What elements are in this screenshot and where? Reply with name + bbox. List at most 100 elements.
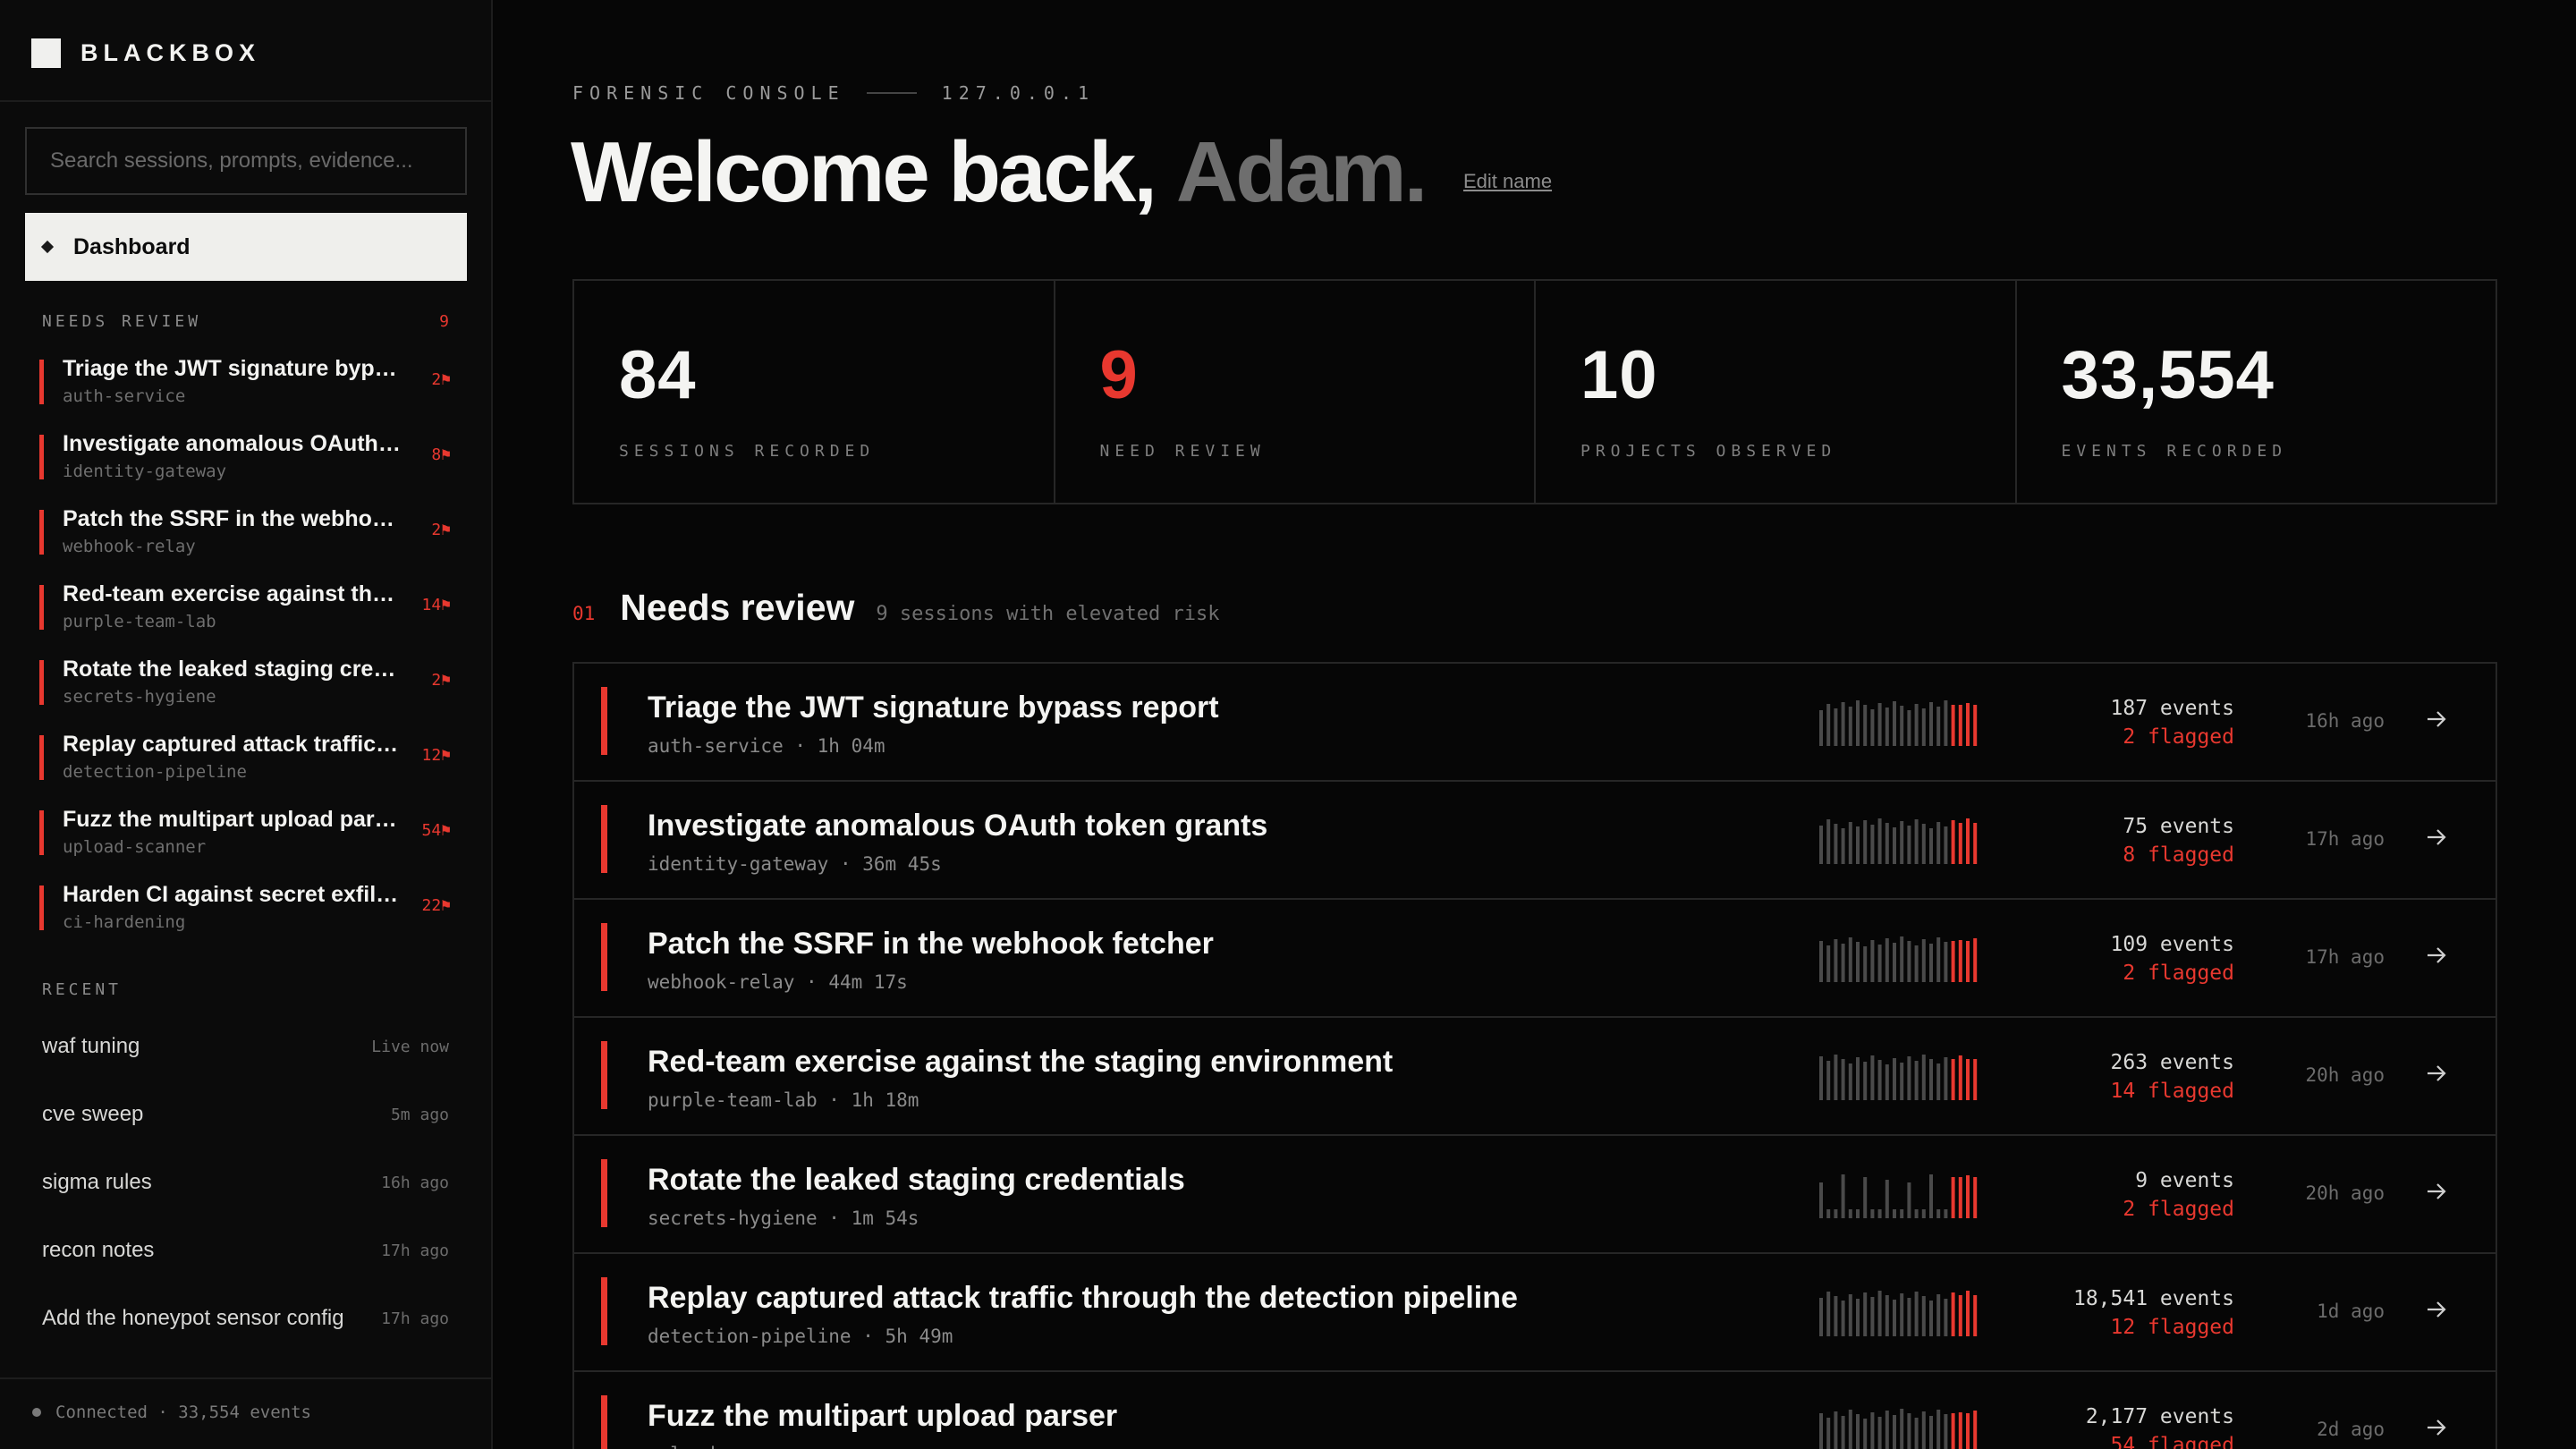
activity-bar — [1893, 1300, 1896, 1336]
activity-bar — [1863, 1419, 1868, 1449]
session-row[interactable]: Patch the SSRF in the webhook fetcher web… — [574, 900, 2496, 1018]
recent-item[interactable]: waf tuning Live now — [42, 1013, 449, 1080]
activity-sparkline — [1819, 936, 1978, 982]
flagged-activity-bar — [1973, 1177, 1978, 1218]
activity-bar — [1944, 826, 1948, 864]
sidebar-review-flags: 2⚑ — [431, 521, 451, 539]
sidebar-review-title: Fuzz the multipart upload parser — [63, 807, 409, 832]
brand[interactable]: BLACKBOX — [31, 38, 260, 68]
activity-bar — [1936, 1294, 1941, 1336]
activity-bar — [1841, 1059, 1845, 1100]
recent-item-time: 16h ago — [381, 1173, 449, 1192]
edit-name-link[interactable]: Edit name — [1463, 170, 1552, 193]
meta-separator: · — [828, 853, 863, 875]
activity-bar — [1870, 825, 1875, 864]
activity-bar — [1870, 1412, 1875, 1449]
activity-bar — [1877, 703, 1882, 746]
sidebar-review-item[interactable]: Investigate anomalous OAuth token grants… — [39, 428, 451, 503]
recent-item[interactable]: Add the honeypot sensor config 17h ago — [42, 1284, 449, 1352]
activity-bar — [1893, 943, 1896, 982]
activity-bar — [1929, 702, 1933, 746]
sidebar-review-item[interactable]: Patch the SSRF in the webhook fetcher web… — [39, 503, 451, 578]
sidebar-review-item[interactable]: Fuzz the multipart upload parser upload-s… — [39, 803, 451, 878]
session-row[interactable]: Investigate anomalous OAuth token grants… — [574, 782, 2496, 900]
meta-separator: · — [783, 735, 818, 757]
activity-bar — [1907, 710, 1911, 746]
activity-bar — [1819, 1298, 1823, 1336]
activity-bar — [1877, 1291, 1882, 1336]
session-row[interactable]: Replay captured attack traffic through t… — [574, 1254, 2496, 1372]
session-row[interactable]: Rotate the leaked staging credentials sec… — [574, 1136, 2496, 1254]
activity-bar — [1863, 705, 1868, 746]
session-event-counts: 263 events 14 flagged — [2111, 1048, 2234, 1106]
session-time-ago: 16h ago — [2305, 710, 2385, 732]
flagged-activity-bar — [1951, 1292, 1955, 1336]
arrow-right-icon[interactable] — [2424, 1061, 2449, 1086]
session-event-counts: 18,541 events 12 flagged — [2073, 1284, 2234, 1342]
session-flagged: 8 flagged — [2123, 843, 2234, 867]
session-row[interactable]: Triage the JWT signature bypass report au… — [574, 664, 2496, 782]
session-time-ago: 17h ago — [2305, 946, 2385, 968]
session-event-counts: 109 events 2 flagged — [2111, 930, 2234, 987]
arrow-right-icon[interactable] — [2424, 1179, 2449, 1204]
sidebar-review-flags: 14⚑ — [421, 596, 451, 614]
sidebar-item-dashboard[interactable]: Dashboard — [25, 213, 467, 281]
activity-sparkline — [1819, 1291, 1978, 1336]
stat-card: 9 NEED REVIEW — [1055, 281, 1536, 503]
arrow-right-icon[interactable] — [2424, 1415, 2449, 1440]
activity-bar — [1944, 1209, 1948, 1218]
activity-bar — [1819, 1413, 1823, 1449]
activity-bar — [1819, 710, 1823, 746]
session-project: detection-pipeline — [648, 1326, 852, 1347]
session-events: 109 events — [2110, 933, 2234, 956]
sidebar-review-item[interactable]: Rotate the leaked staging credentials sec… — [39, 653, 451, 728]
activity-bar — [1834, 708, 1838, 746]
welcome-text: Welcome back, — [571, 124, 1157, 220]
stat-card: 10 PROJECTS OBSERVED — [1536, 281, 2017, 503]
activity-bar — [1848, 1063, 1852, 1100]
session-duration: 44m 17s — [828, 971, 908, 993]
status-dot-icon — [32, 1408, 41, 1417]
session-row[interactable]: Fuzz the multipart upload parser upload-s… — [574, 1372, 2496, 1449]
activity-bar — [1893, 1209, 1896, 1218]
recent-item[interactable]: cve sweep 5m ago — [42, 1080, 449, 1148]
needs-review-count: 9 — [439, 312, 449, 331]
section-header: 01 Needs review 9 sessions with elevated… — [572, 587, 1220, 629]
sidebar-review-project: upload-scanner — [63, 837, 207, 857]
activity-bar — [1921, 1296, 1926, 1336]
activity-bar — [1929, 1059, 1933, 1100]
session-row[interactable]: Red-team exercise against the staging en… — [574, 1018, 2496, 1136]
recent-item[interactable]: recon notes 17h ago — [42, 1216, 449, 1284]
search-input[interactable] — [25, 127, 467, 195]
sidebar-review-project: auth-service — [63, 386, 186, 406]
session-meta: secrets-hygiene · 1m 54s — [648, 1208, 919, 1229]
arrow-right-icon[interactable] — [2424, 825, 2449, 850]
flagged-activity-bar — [1966, 941, 1970, 982]
sidebar-review-item[interactable]: Red-team exercise against the staging en… — [39, 578, 451, 653]
brand-name: BLACKBOX — [80, 38, 260, 66]
recent-item[interactable]: sigma rules 16h ago — [42, 1148, 449, 1216]
flagged-activity-bar — [1966, 818, 1970, 864]
recent-item-name: sigma rules — [42, 1170, 152, 1194]
sidebar-review-item[interactable]: Triage the JWT signature bypass report au… — [39, 352, 451, 428]
sidebar-review-flags: 54⚑ — [421, 821, 451, 840]
activity-bar — [1914, 1418, 1919, 1449]
arrow-right-icon[interactable] — [2424, 943, 2449, 968]
activity-bar — [1929, 1301, 1933, 1336]
activity-bar — [1885, 938, 1889, 982]
session-title: Rotate the leaked staging credentials — [648, 1163, 1185, 1197]
sidebar-review-item[interactable]: Harden CI against secret exfiltration ci-… — [39, 878, 451, 953]
activity-bar — [1834, 1209, 1838, 1218]
activity-bar — [1893, 701, 1896, 746]
sidebar-review-project: identity-gateway — [63, 462, 227, 481]
meta-separator: · — [817, 1089, 852, 1111]
arrow-right-icon[interactable] — [2424, 1297, 2449, 1322]
session-title: Patch the SSRF in the webhook fetcher — [648, 927, 1214, 961]
activity-bar — [1944, 700, 1948, 746]
activity-bar — [1885, 708, 1889, 746]
sidebar-review-item[interactable]: Replay captured attack traffic through t… — [39, 728, 451, 803]
arrow-right-icon[interactable] — [2424, 707, 2449, 732]
activity-bar — [1826, 1209, 1831, 1218]
session-time-ago: 20h ago — [2305, 1182, 2385, 1204]
activity-bar — [1856, 1057, 1860, 1100]
